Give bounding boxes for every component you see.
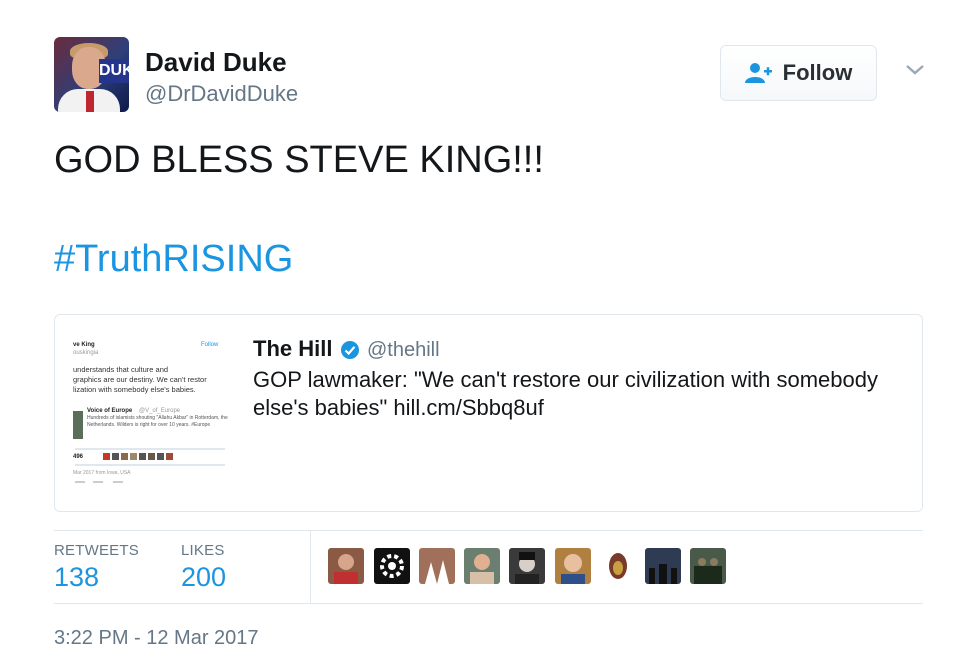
liker-avatar[interactable] bbox=[645, 548, 681, 584]
retweets-label: RETWEETS bbox=[54, 542, 139, 559]
thumb-liker bbox=[148, 453, 155, 460]
thumb-liker bbox=[139, 453, 146, 460]
thumb-liker bbox=[157, 453, 164, 460]
quoted-author-handle[interactable]: @thehill bbox=[367, 337, 440, 363]
likes-label: LIKES bbox=[181, 542, 225, 559]
thumb-text-3: lization with somebody else's babies. bbox=[73, 385, 196, 394]
thumb-author-handle: ouskingia bbox=[73, 350, 99, 356]
liker-avatar[interactable] bbox=[419, 548, 455, 584]
verified-badge-icon bbox=[341, 341, 359, 359]
thumb-action bbox=[113, 481, 123, 483]
thumb-divider bbox=[75, 448, 225, 450]
thumb-follow: Follow bbox=[201, 342, 219, 348]
thumb-text-2: graphics are our destiny. We can't resto… bbox=[73, 375, 207, 384]
thumb-liker bbox=[166, 453, 173, 460]
liker-avatar[interactable] bbox=[328, 548, 364, 584]
stats-bottom-divider bbox=[54, 603, 923, 604]
liker-avatar[interactable] bbox=[509, 548, 545, 584]
quoted-tweet-thumbnail: ve King ouskingia Follow understands tha… bbox=[69, 331, 237, 495]
thumb-liker bbox=[130, 453, 137, 460]
liker-avatar[interactable] bbox=[464, 548, 500, 584]
hashtag-link[interactable]: #TruthRISING bbox=[54, 236, 293, 282]
tweet-text: GOD BLESS STEVE KING!!! bbox=[54, 139, 544, 181]
liker-avatar[interactable] bbox=[374, 548, 410, 584]
thumb-action bbox=[93, 481, 103, 483]
thumb-embedded-image bbox=[73, 411, 83, 439]
avatar-sign: DUK bbox=[99, 59, 129, 83]
liker-avatar[interactable] bbox=[690, 548, 726, 584]
add-user-icon bbox=[744, 62, 773, 84]
author-display-name[interactable]: David Duke bbox=[145, 47, 287, 77]
stats-top-divider bbox=[54, 530, 923, 531]
thumb-liker bbox=[121, 453, 128, 460]
follow-button[interactable]: Follow bbox=[720, 45, 877, 101]
author-avatar[interactable]: DUK bbox=[54, 37, 129, 112]
chevron-down-icon[interactable] bbox=[903, 62, 927, 78]
thumb-liker bbox=[103, 453, 110, 460]
thumb-text-1: understands that culture and bbox=[73, 365, 169, 374]
quoted-tweet-card[interactable]: ve King ouskingia Follow understands tha… bbox=[54, 314, 923, 512]
follow-label: Follow bbox=[782, 60, 853, 85]
thumb-divider bbox=[75, 464, 225, 466]
thumb-action bbox=[75, 481, 85, 483]
liker-avatar[interactable] bbox=[600, 548, 636, 584]
thumb-embedded-handle: @V_of_Europe bbox=[139, 408, 181, 414]
thumb-embedded-text-2: Netherlands. Wilders is right for over 1… bbox=[87, 422, 211, 428]
avatar-tie bbox=[86, 91, 94, 112]
thumb-footer: Mar 2017 from Iowa, USA bbox=[73, 470, 131, 476]
likes-count[interactable]: 200 bbox=[181, 561, 226, 593]
quoted-tweet-text: GOP lawmaker: "We can't restore our civi… bbox=[253, 367, 878, 420]
author-handle[interactable]: @DrDavidDuke bbox=[145, 81, 298, 107]
tweet-timestamp[interactable]: 3:22 PM - 12 Mar 2017 bbox=[54, 626, 259, 650]
thumb-embedded-text-1: Hundreds of islamists shouting "Allahu A… bbox=[87, 415, 228, 421]
liker-avatar[interactable] bbox=[555, 548, 591, 584]
retweets-count[interactable]: 138 bbox=[54, 561, 99, 593]
stats-vertical-divider bbox=[310, 531, 311, 603]
quoted-author-name[interactable]: The Hill bbox=[253, 335, 332, 363]
thumb-liker bbox=[112, 453, 119, 460]
